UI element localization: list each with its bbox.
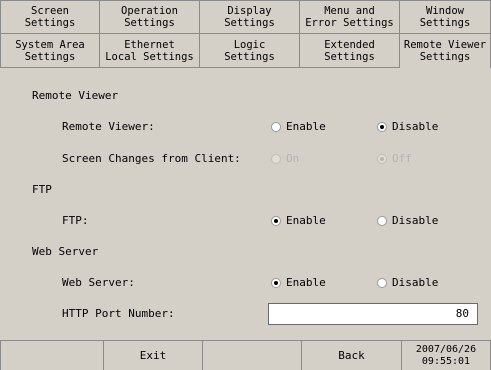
- tab-label-line1: Extended: [324, 38, 375, 51]
- tab-remote-viewer-settings[interactable]: Remote Viewer Settings: [400, 34, 491, 68]
- ftp-disable-radio[interactable]: [377, 216, 387, 226]
- tab-operation-settings[interactable]: Operation Settings: [100, 0, 200, 34]
- tab-screen-settings[interactable]: Screen Settings: [0, 0, 100, 34]
- remote-viewer-label: Remote Viewer:: [62, 120, 155, 133]
- tab-label-line1: Display: [227, 5, 272, 17]
- bottom-bar: Exit Back 2007/06/26 09:55:01: [0, 340, 491, 370]
- screen-changes-label: Screen Changes from Client:: [62, 152, 241, 165]
- tab-label-line2: Settings: [224, 50, 275, 63]
- remote-viewer-settings-panel: Remote Viewer Remote Viewer: Enable Disa…: [0, 68, 491, 338]
- section-heading-ftp: FTP: [32, 183, 52, 196]
- empty-button-1: [0, 340, 104, 370]
- tab-label-line2: Settings: [24, 50, 76, 63]
- screen-changes-off-label: Off: [392, 152, 412, 165]
- ftp-disable-label[interactable]: Disable: [392, 214, 438, 228]
- remote-viewer-enable-label[interactable]: Enable: [286, 120, 326, 134]
- tab-label-line2: Settings: [124, 17, 175, 29]
- tab-display-settings[interactable]: Display Settings: [200, 0, 300, 34]
- ftp-enable-radio[interactable]: [271, 216, 281, 226]
- tab-label-line2: Local Settings: [105, 50, 194, 63]
- tab-ethernet-local-settings[interactable]: Ethernet Local Settings: [100, 34, 200, 68]
- tab-label-line2: Settings: [419, 17, 471, 29]
- tab-label-line1: Screen: [31, 5, 69, 17]
- time-text: 09:55:01: [421, 355, 471, 367]
- web-server-label: Web Server:: [62, 276, 135, 289]
- ftp-enable-label[interactable]: Enable: [286, 214, 326, 228]
- tab-label-line1: Remote Viewer: [403, 39, 487, 51]
- tab-label-line2: Settings: [419, 51, 471, 63]
- tab-label-line1: Window: [426, 5, 464, 17]
- tab-label-line1: Ethernet: [124, 38, 175, 51]
- tab-system-area-settings[interactable]: System Area Settings: [0, 34, 100, 68]
- back-button[interactable]: Back: [302, 340, 402, 370]
- exit-button[interactable]: Exit: [104, 340, 203, 370]
- tab-label-line2: Error Settings: [305, 17, 394, 29]
- date-text: 2007/06/26: [415, 343, 477, 355]
- remote-viewer-disable-label[interactable]: Disable: [392, 120, 438, 134]
- datetime-display: 2007/06/26 09:55:01: [402, 340, 491, 370]
- screen-changes-on-label: On: [286, 152, 300, 165]
- tab-label-line2: Settings: [224, 17, 275, 29]
- http-port-number-input[interactable]: 80: [268, 303, 478, 325]
- tab-logic-settings[interactable]: Logic Settings: [200, 34, 300, 68]
- screen-changes-on-radio: [271, 154, 281, 164]
- empty-button-2: [203, 340, 302, 370]
- tab-window-settings[interactable]: Window Settings: [400, 0, 491, 34]
- settings-tabs: Screen Settings Operation Settings Displ…: [0, 0, 491, 68]
- web-server-disable-radio[interactable]: [377, 278, 387, 288]
- remote-viewer-enable-radio[interactable]: [271, 122, 281, 132]
- section-heading-web-server: Web Server: [32, 245, 99, 258]
- web-server-disable-label[interactable]: Disable: [392, 276, 438, 290]
- tab-label-line1: System Area: [15, 38, 85, 51]
- tab-label-line1: Operation: [121, 5, 178, 17]
- tab-label-line1: Logic: [233, 38, 266, 51]
- web-server-enable-label[interactable]: Enable: [286, 276, 326, 290]
- http-port-number-label: HTTP Port Number:: [62, 307, 175, 320]
- tab-label-line1: Menu and: [324, 5, 375, 17]
- tab-label-line2: Settings: [24, 17, 76, 29]
- web-server-enable-radio[interactable]: [271, 278, 281, 288]
- tab-label-line2: Settings: [324, 50, 375, 63]
- ftp-label: FTP:: [62, 214, 89, 227]
- remote-viewer-disable-radio[interactable]: [377, 122, 387, 132]
- screen-changes-off-radio: [377, 154, 387, 164]
- section-heading-remote-viewer: Remote Viewer: [32, 89, 119, 102]
- tab-menu-and-error-settings[interactable]: Menu and Error Settings: [300, 0, 400, 34]
- tab-extended-settings[interactable]: Extended Settings: [300, 34, 400, 68]
